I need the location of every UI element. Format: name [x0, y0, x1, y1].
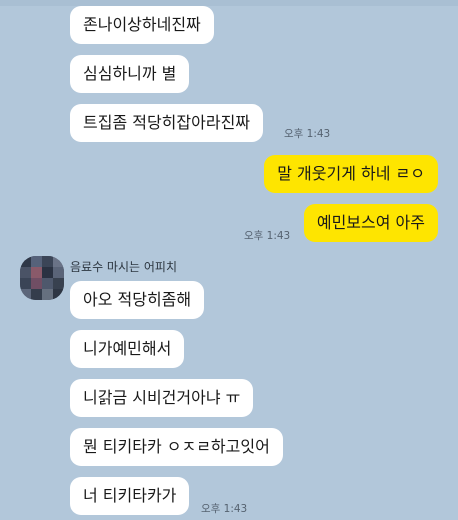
message-bubble-incoming[interactable]: 존나이상하네진짜 — [70, 6, 214, 44]
message-bubble-incoming[interactable]: 아오 적당히좀해 — [70, 281, 205, 319]
message-bubble-outgoing[interactable]: 말 개웃기게 하네 ㄹㅇ — [264, 155, 438, 193]
message-bubble-incoming[interactable]: 뭔 티키타카 ㅇㅈㄹ하고잇어 — [70, 428, 283, 466]
message-bubble-incoming[interactable]: 너 티키타카가 — [70, 477, 190, 515]
message-bubble-incoming[interactable]: 심심하니까 별 — [70, 55, 190, 93]
message-bubble-incoming[interactable]: 트집좀 적당히잡아라진짜 — [70, 104, 264, 142]
message-bubble-incoming[interactable]: 니갉금 시비건거아냐 ㅠ — [70, 379, 254, 417]
message-timestamp: 오후 1:43 — [244, 230, 291, 242]
sender-avatar[interactable] — [20, 256, 64, 300]
message-bubble-incoming[interactable]: 니가예민해서 — [70, 330, 185, 368]
chat-top-edge — [0, 0, 458, 6]
sender-name: 음료수 마시는 어피치 — [70, 260, 177, 274]
message-bubble-outgoing[interactable]: 예민보스여 아주 — [303, 204, 438, 242]
message-timestamp: 오후 1:43 — [201, 503, 248, 515]
message-timestamp: 오후 1:43 — [284, 128, 331, 140]
